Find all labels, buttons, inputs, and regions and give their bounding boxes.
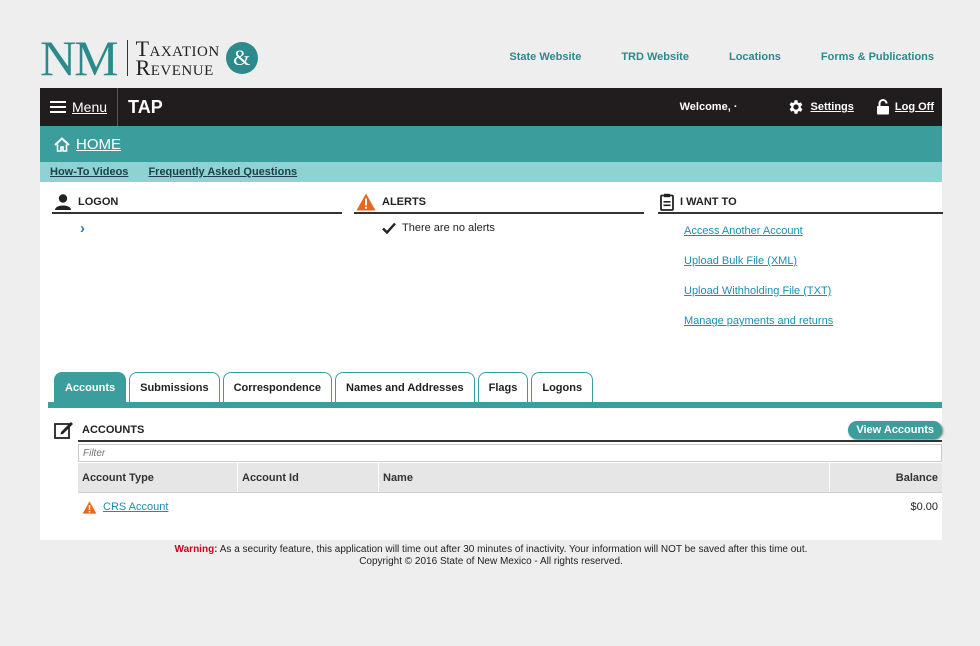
access-another-account-link[interactable]: Access Another Account	[684, 225, 803, 237]
tab-flags[interactable]: Flags	[477, 372, 529, 402]
logo-nm: NM	[40, 30, 119, 86]
tab-underline	[48, 402, 942, 408]
logo-divider	[126, 40, 128, 76]
edit-icon	[54, 422, 73, 439]
logo-ampersand: &	[225, 42, 258, 74]
link-locations[interactable]: Locations	[729, 51, 781, 63]
list-item: Access Another Account	[684, 224, 943, 254]
main-panel: LOGON › ALERTS There are no alerts I WAN…	[40, 182, 943, 540]
sub-navigation: How-To Videos Frequently Asked Questions	[40, 162, 942, 182]
settings-link[interactable]: Settings	[787, 98, 854, 116]
menu-button[interactable]: Menu	[40, 88, 119, 126]
accounts-divider	[78, 440, 942, 442]
tab-correspondence[interactable]: Correspondence	[222, 372, 333, 402]
chevron-right-icon[interactable]: ›	[80, 220, 342, 237]
list-item: Manage payments and returns	[684, 314, 943, 344]
gear-icon	[790, 100, 803, 114]
accounts-header: ACCOUNTS View Accounts	[54, 418, 942, 442]
main-navbar: Menu TAP Welcome, · Settings Log Off	[40, 88, 942, 126]
i-want-to-header: I WANT TO	[658, 192, 943, 214]
link-state-website[interactable]: State Website	[509, 51, 581, 63]
alerts-title: ALERTS	[382, 196, 426, 208]
column-balance[interactable]: Balance	[830, 463, 942, 492]
crs-account-link[interactable]: CRS Account	[103, 501, 168, 513]
menu-label[interactable]: Menu	[72, 99, 107, 115]
logon-title: LOGON	[78, 196, 119, 208]
checkmark-icon	[382, 222, 396, 234]
accounts-table-header: Account Type Account Id Name Balance	[78, 463, 942, 493]
view-accounts-button[interactable]: View Accounts	[848, 421, 942, 439]
user-icon	[55, 194, 71, 210]
i-want-to-section: I WANT TO Access Another Account Upload …	[658, 192, 943, 344]
footer: Warning: As a security feature, this app…	[40, 544, 942, 568]
copyright-text: Copyright © 2016 State of New Mexico - A…	[359, 556, 623, 567]
timeout-warning: Warning: As a security feature, this app…	[40, 544, 942, 556]
tab-accounts[interactable]: Accounts	[54, 372, 127, 402]
logon-section: LOGON ›	[52, 192, 342, 237]
no-alerts-text: There are no alerts	[402, 222, 495, 234]
settings-label[interactable]: Settings	[810, 101, 853, 113]
warning-label: Warning:	[174, 544, 218, 555]
tab-names-and-addresses[interactable]: Names and Addresses	[335, 372, 475, 402]
account-tabs: Accounts Submissions Correspondence Name…	[54, 372, 594, 402]
cell-balance: $0.00	[910, 501, 938, 513]
list-item: Upload Bulk File (XML)	[684, 254, 943, 284]
no-alerts-message: There are no alerts	[382, 222, 644, 234]
i-want-to-title: I WANT TO	[680, 196, 737, 208]
warning-text: As a security feature, this application …	[219, 544, 808, 555]
logon-header: LOGON	[52, 192, 342, 214]
welcome-text: Welcome, ·	[679, 101, 738, 113]
how-to-videos-link[interactable]: How-To Videos	[50, 166, 128, 178]
logo-words: Taxation Revenue	[135, 38, 220, 80]
column-account-id[interactable]: Account Id	[238, 463, 379, 492]
link-forms-publications[interactable]: Forms & Publications	[821, 51, 934, 63]
i-want-to-list: Access Another Account Upload Bulk File …	[684, 224, 943, 344]
tab-submissions[interactable]: Submissions	[129, 372, 220, 402]
column-account-type[interactable]: Account Type	[78, 463, 238, 492]
warning-icon	[82, 500, 97, 514]
tab-logons[interactable]: Logons	[531, 372, 594, 402]
nm-taxation-revenue-logo[interactable]: NM Taxation Revenue &	[40, 30, 258, 86]
logoff-link[interactable]: Log Off	[876, 99, 934, 115]
top-links: State Website TRD Website Locations Form…	[509, 51, 934, 63]
clipboard-icon	[660, 193, 674, 211]
nav-right: Welcome, · Settings Log Off	[680, 88, 942, 126]
hamburger-icon	[50, 101, 66, 113]
home-link[interactable]: HOME	[76, 136, 121, 153]
cell-account-type: CRS Account	[78, 500, 238, 514]
upload-withholding-file-link[interactable]: Upload Withholding File (TXT)	[684, 285, 831, 297]
alerts-header: ALERTS	[354, 192, 644, 214]
app-title: TAP	[128, 96, 163, 117]
home-bar: HOME	[40, 126, 942, 162]
warning-icon	[356, 193, 376, 211]
accounts-title: ACCOUNTS	[82, 424, 145, 436]
home-icon	[54, 136, 70, 152]
link-trd-website[interactable]: TRD Website	[621, 51, 689, 63]
filter-input[interactable]	[78, 444, 942, 462]
lock-icon	[876, 99, 889, 115]
site-header: NM Taxation Revenue & State Website TRD …	[40, 28, 942, 88]
table-row: CRS Account $0.00	[78, 497, 942, 517]
manage-payments-returns-link[interactable]: Manage payments and returns	[684, 315, 833, 327]
faq-link[interactable]: Frequently Asked Questions	[148, 166, 297, 178]
column-name[interactable]: Name	[379, 463, 830, 492]
alerts-section: ALERTS There are no alerts	[354, 192, 644, 234]
logo-word-revenue: Revenue	[135, 55, 214, 80]
logoff-label[interactable]: Log Off	[895, 101, 934, 113]
list-item: Upload Withholding File (TXT)	[684, 284, 943, 314]
upload-bulk-file-link[interactable]: Upload Bulk File (XML)	[684, 255, 797, 267]
